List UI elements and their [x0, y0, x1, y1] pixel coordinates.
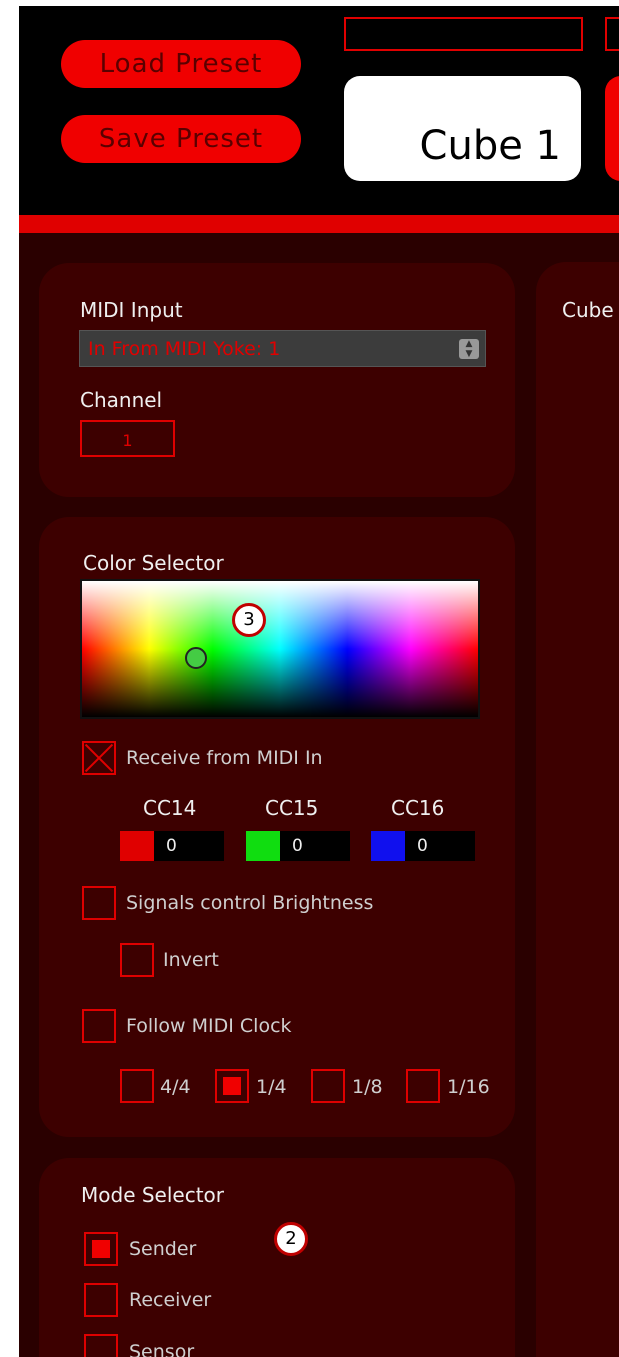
mode-receiver-label: Receiver	[129, 1289, 212, 1311]
cc15-swatch	[246, 831, 280, 861]
clock-1-4-label: 1/4	[256, 1076, 287, 1098]
clock-1-16-label: 1/16	[447, 1076, 490, 1098]
brightness-label: Signals control Brightness	[126, 892, 374, 914]
invert-label: Invert	[163, 949, 219, 971]
midi-input-value: In From MIDI Yoke: 1	[88, 338, 281, 360]
receive-midi-label: Receive from MIDI In	[126, 747, 323, 769]
header-divider	[19, 215, 619, 233]
channel-field[interactable]: 1	[80, 420, 175, 457]
mode-receiver-checkbox[interactable]	[84, 1283, 118, 1317]
mode-selector-title: Mode Selector	[81, 1183, 225, 1207]
cube-name-field[interactable]	[344, 17, 583, 51]
follow-clock-checkbox[interactable]	[82, 1009, 116, 1043]
color-selector-title: Color Selector	[83, 551, 224, 575]
follow-clock-label: Follow MIDI Clock	[126, 1015, 292, 1037]
clock-1-4-checkbox[interactable]	[215, 1069, 249, 1103]
clock-1-16-checkbox[interactable]	[406, 1069, 440, 1103]
cube-tab-2[interactable]	[605, 76, 619, 181]
cc14-value[interactable]: 0	[154, 831, 224, 861]
color-picker-handle[interactable]	[185, 647, 207, 669]
select-arrows-icon: ▲ ▼	[459, 339, 479, 359]
mode-sender-checkbox[interactable]	[84, 1232, 118, 1266]
cc16-value[interactable]: 0	[405, 831, 475, 861]
cc16-swatch	[371, 831, 405, 861]
app-window: Load Preset Save Preset Cube 1 MIDI Inpu…	[19, 6, 619, 1357]
cc14-label: CC14	[143, 796, 197, 820]
clock-1-8-checkbox[interactable]	[311, 1069, 345, 1103]
brightness-checkbox[interactable]	[82, 886, 116, 920]
clock-4-4-checkbox[interactable]	[120, 1069, 154, 1103]
cc14-swatch	[120, 831, 154, 861]
channel-label: Channel	[80, 388, 163, 412]
header-bar: Load Preset Save Preset Cube 1	[19, 6, 619, 215]
clock-1-8-label: 1/8	[352, 1076, 383, 1098]
cc16-label: CC16	[391, 796, 445, 820]
mode-sender-label: Sender	[129, 1238, 197, 1260]
cc15-label: CC15	[265, 796, 319, 820]
mode-sensor-checkbox[interactable]	[84, 1334, 118, 1357]
cc15-value[interactable]: 0	[280, 831, 350, 861]
midi-input-select[interactable]: In From MIDI Yoke: 1 ▲ ▼	[79, 330, 486, 367]
cube-name-field-2[interactable]	[605, 17, 619, 51]
load-preset-button[interactable]: Load Preset	[61, 40, 301, 88]
color-picker[interactable]	[80, 579, 480, 719]
invert-checkbox[interactable]	[120, 943, 154, 977]
save-preset-button[interactable]: Save Preset	[61, 115, 301, 163]
mode-sensor-label: Sensor	[129, 1341, 195, 1357]
cube-panel	[536, 262, 619, 1357]
cube-tab-1[interactable]: Cube 1	[344, 76, 581, 181]
cube-tab-label: Cube 1	[419, 123, 561, 169]
receive-midi-checkbox[interactable]	[82, 741, 116, 775]
annotation-badge-2: 2	[274, 1222, 308, 1256]
clock-4-4-label: 4/4	[160, 1076, 191, 1098]
annotation-badge-3: 3	[232, 603, 266, 637]
midi-input-label: MIDI Input	[80, 298, 183, 322]
cube-panel-title: Cube	[562, 298, 614, 322]
